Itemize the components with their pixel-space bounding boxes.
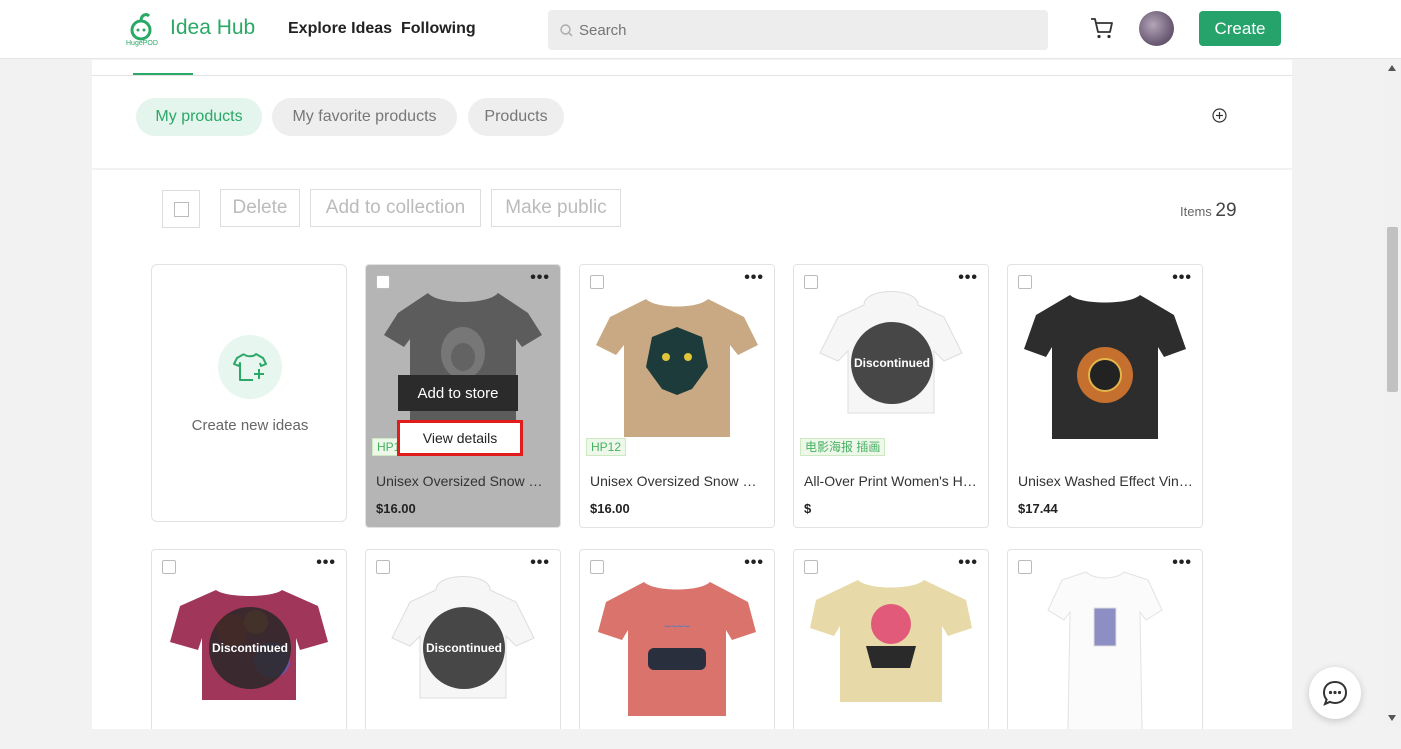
chat-support-button[interactable] — [1309, 667, 1361, 719]
more-options-icon[interactable]: ••• — [744, 270, 764, 286]
product-card[interactable]: Discontinued ••• — [151, 549, 347, 749]
items-label: Items — [1180, 204, 1212, 219]
product-tag: 电影海报 插画 — [800, 438, 886, 456]
product-checkbox[interactable] — [590, 560, 604, 574]
chat-bubble-icon — [1322, 680, 1348, 706]
view-details-button[interactable]: View details — [397, 420, 523, 456]
discontinued-badge: Discontinued — [423, 607, 505, 689]
product-price: $16.00 — [376, 501, 416, 516]
product-title: All-Over Print Women's Hoodie — [804, 473, 980, 489]
product-checkbox[interactable] — [376, 560, 390, 574]
product-title: Unisex Oversized Snow Wash T-Shirt — [376, 473, 552, 489]
make-public-button[interactable]: Make public — [491, 189, 621, 227]
add-tshirt-icon — [218, 335, 282, 399]
page-scrollbar[interactable] — [1384, 59, 1401, 729]
more-options-icon[interactable]: ••• — [530, 270, 550, 286]
user-avatar[interactable] — [1139, 11, 1174, 46]
product-image — [794, 550, 988, 744]
product-price: $ — [804, 501, 812, 516]
product-card[interactable]: ••• — [793, 549, 989, 749]
product-card[interactable]: ••• Unisex Washed Effect Vintage T-Shirt… — [1007, 264, 1203, 528]
search-icon — [560, 23, 573, 36]
create-new-ideas-label: Create new ideas — [191, 417, 309, 434]
product-checkbox[interactable] — [804, 275, 818, 289]
add-to-store-button[interactable]: Add to store — [398, 375, 518, 411]
product-price: $17.44 — [1018, 501, 1058, 516]
delete-button[interactable]: Delete — [220, 189, 300, 227]
more-options-icon[interactable]: ••• — [958, 555, 978, 571]
product-checkbox[interactable] — [162, 560, 176, 574]
product-tabs-panel: My products My favorite products Product… — [92, 60, 1292, 168]
product-card[interactable]: Discontinued ••• 电影海报 插画 All-Over Print … — [793, 264, 989, 528]
bottom-edge — [0, 729, 1401, 749]
more-options-icon[interactable]: ••• — [958, 270, 978, 286]
more-options-icon[interactable]: ••• — [1172, 555, 1192, 571]
search-bar[interactable] — [548, 10, 1048, 50]
more-options-icon[interactable]: ••• — [1172, 270, 1192, 286]
product-checkbox[interactable] — [804, 560, 818, 574]
add-circle-icon[interactable] — [1212, 108, 1227, 123]
product-card[interactable]: ••• — [1007, 549, 1203, 749]
more-options-icon[interactable]: ••• — [316, 555, 336, 571]
discontinued-badge: Discontinued — [851, 322, 933, 404]
product-image — [580, 265, 774, 459]
product-card[interactable]: ••• HP12 Unisex Oversized Snow Wash T-Sh… — [579, 264, 775, 528]
product-price: $16.00 — [590, 501, 630, 516]
product-title: Unisex Oversized Snow Wash T-Shirt — [590, 473, 766, 489]
add-to-collection-button[interactable]: Add to collection — [310, 189, 481, 227]
items-count: Items 29 — [1180, 200, 1237, 222]
product-card[interactable]: Discontinued ••• — [365, 549, 561, 749]
product-title: Unisex Washed Effect Vintage T-Shirt — [1018, 473, 1194, 489]
cart-icon[interactable] — [1089, 15, 1115, 41]
active-tab-indicator — [133, 73, 193, 75]
scroll-thumb[interactable] — [1387, 227, 1398, 392]
product-image — [1008, 265, 1202, 459]
svg-text:~~~~: ~~~~ — [664, 621, 690, 633]
logo-subtext: HugePOD — [126, 40, 158, 47]
scroll-down-arrow-icon[interactable] — [1388, 715, 1396, 721]
scroll-up-arrow-icon[interactable] — [1388, 65, 1396, 71]
product-card[interactable]: ••• HP12 Add to store View details Unise… — [365, 264, 561, 528]
product-image: ~~~~ — [580, 550, 774, 744]
product-checkbox[interactable] — [376, 275, 390, 289]
brand-name[interactable]: Idea Hub — [170, 16, 255, 40]
product-checkbox[interactable] — [1018, 275, 1032, 289]
create-new-ideas-card[interactable]: Create new ideas — [151, 264, 347, 522]
more-options-icon[interactable]: ••• — [530, 555, 550, 571]
product-card[interactable]: ~~~~ ••• — [579, 549, 775, 749]
select-all-checkbox[interactable] — [162, 190, 200, 228]
product-checkbox[interactable] — [590, 275, 604, 289]
product-image — [1008, 550, 1202, 744]
product-checkbox[interactable] — [1018, 560, 1032, 574]
discontinued-badge: Discontinued — [209, 607, 291, 689]
items-count-value: 29 — [1215, 200, 1237, 221]
create-button[interactable]: Create — [1199, 11, 1281, 46]
top-navigation-bar: HugePOD Idea Hub Explore Ideas Following… — [0, 0, 1401, 59]
search-input[interactable] — [579, 21, 1019, 39]
tab-my-products[interactable]: My products — [136, 98, 262, 136]
nav-explore-ideas[interactable]: Explore Ideas — [288, 20, 392, 38]
nav-following[interactable]: Following — [401, 20, 476, 38]
tab-products[interactable]: Products — [468, 98, 564, 136]
tab-my-favorite-products[interactable]: My favorite products — [272, 98, 457, 136]
more-options-icon[interactable]: ••• — [744, 555, 764, 571]
tabs-divider — [92, 75, 1292, 76]
product-tag: HP12 — [586, 438, 627, 456]
